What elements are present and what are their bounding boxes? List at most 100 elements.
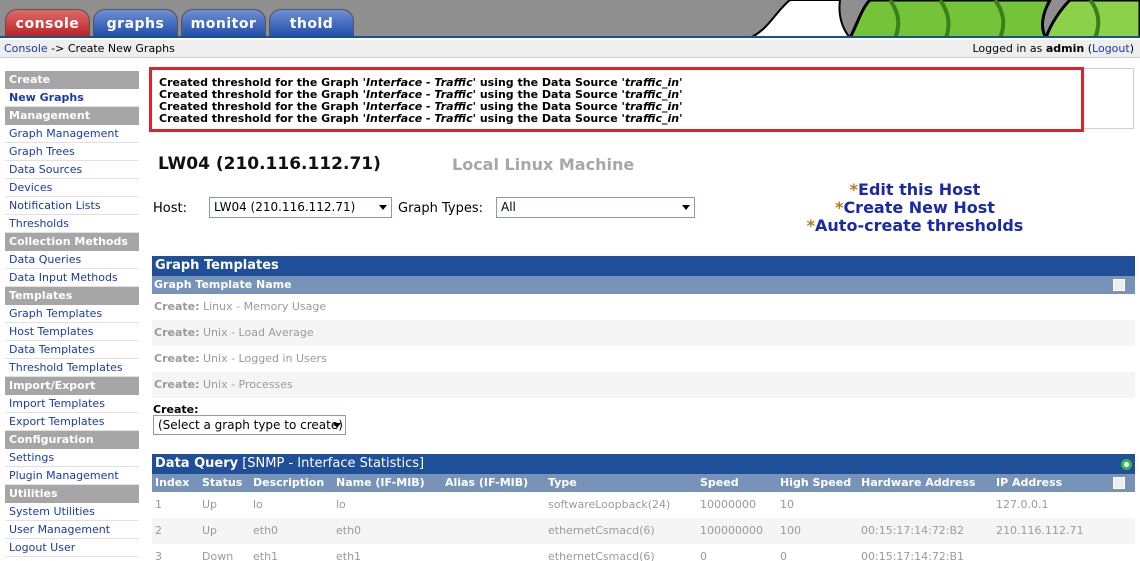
sidebar-item-graph-management[interactable]: Graph Management (5, 125, 139, 143)
graph-templates-column-header: Graph Template Name (152, 276, 1135, 294)
message-segment: traffic_in (624, 112, 680, 125)
graph-template-row[interactable]: Create: Unix - Logged in Users (152, 346, 1135, 372)
logged-in-text: Logged in as (972, 42, 1046, 55)
sidebar-item-data-sources[interactable]: Data Sources (5, 161, 139, 179)
table-cell: eth1 (336, 550, 362, 561)
sidebar-section-header: Configuration (5, 431, 139, 449)
graph-template-row[interactable]: Create: Unix - Load Average (152, 320, 1135, 346)
table-cell: 1 (155, 498, 162, 511)
logout-link[interactable]: Logout (1092, 42, 1130, 55)
sidebar-section-header: Collection Methods (5, 233, 139, 251)
graph-template-name: Unix - Load Average (199, 326, 314, 339)
create-prefix: Create: (154, 352, 200, 365)
column-header[interactable]: Alias (IF-MIB) (445, 474, 528, 492)
table-cell: 3 (155, 550, 162, 561)
select-all-checkbox[interactable] (1113, 477, 1125, 489)
tab-monitor[interactable]: monitor (181, 9, 266, 36)
breadcrumb: Console -> Create New Graphs (4, 41, 175, 57)
table-cell: eth1 (253, 550, 279, 561)
graph-template-row[interactable]: Create: Unix - Processes (152, 372, 1135, 398)
sidebar-item-import-templates[interactable]: Import Templates (5, 395, 139, 413)
sidebar-item-system-utilities[interactable]: System Utilities (5, 503, 139, 521)
sidebar-section-header: Import/Export (5, 377, 139, 395)
column-header[interactable]: High Speed (780, 474, 851, 492)
column-header[interactable]: IP Address (996, 474, 1062, 492)
create-graph-type-select[interactable]: (Select a graph type to create) (153, 415, 346, 435)
message-segment: Created threshold for the Graph ' (159, 112, 366, 125)
data-query-header: Data Query [SNMP - Interface Statistics] (152, 454, 1135, 474)
table-cell: ethernetCsmacd(6) (548, 550, 655, 561)
column-header[interactable]: Speed (700, 474, 739, 492)
select-all-checkbox[interactable] (1113, 279, 1125, 291)
table-row[interactable]: 3 Down eth1 eth1 ethernetCsmacd(6) 0 0 00:15:17… (152, 544, 1135, 561)
chevron-down-icon (379, 205, 387, 210)
sidebar-item-thresholds[interactable]: Thresholds (5, 215, 139, 233)
table-cell: lo (336, 498, 346, 511)
host-actions: *Edit this Host *Create New Host *Auto-c… (787, 181, 1043, 235)
refresh-icon[interactable] (1121, 459, 1132, 470)
sidebar-item-threshold-templates[interactable]: Threshold Templates (5, 359, 139, 377)
sidebar-item-graph-trees[interactable]: Graph Trees (5, 143, 139, 161)
create-select-value: (Select a graph type to create) (158, 418, 343, 432)
graph-template-row[interactable]: Create: Linux - Memory Usage (152, 294, 1135, 320)
sidebar-item-data-templates[interactable]: Data Templates (5, 341, 139, 359)
table-cell: 00:15:17:14:72:B2 (861, 524, 965, 537)
sidebar-item-logout-user[interactable]: Logout User (5, 539, 139, 557)
graph-types-select-value: All (501, 200, 516, 214)
create-prefix: Create: (154, 300, 200, 313)
edit-host-link[interactable]: *Edit this Host (787, 181, 1043, 199)
auto-create-thresholds-link[interactable]: *Auto-create thresholds (787, 217, 1043, 235)
graph-template-name: Unix - Processes (199, 378, 293, 391)
message-segment: ' using the Data Source ' (472, 112, 625, 125)
host-title: LW04 (210.116.112.71) (158, 154, 381, 174)
graph-template-name: Unix - Logged in Users (199, 352, 327, 365)
host-label: Host: (153, 201, 187, 216)
table-cell: ethernetCsmacd(6) (548, 524, 655, 537)
create-new-host-link[interactable]: *Create New Host (787, 199, 1043, 217)
graph-types-select[interactable]: All (496, 197, 695, 218)
sidebar-item-notification-lists[interactable]: Notification Lists (5, 197, 139, 215)
sidebar-section-header: Utilities (5, 485, 139, 503)
session-info: Logged in as admin (Logout) (972, 42, 1134, 55)
sidebar-item-devices[interactable]: Devices (5, 179, 139, 197)
tab-thold[interactable]: thold (269, 9, 354, 36)
column-header[interactable]: Name (IF-MIB) (336, 474, 425, 492)
host-select[interactable]: LW04 (210.116.112.71) (209, 197, 392, 218)
sidebar-item-export-templates[interactable]: Export Templates (5, 413, 139, 431)
column-header[interactable]: Description (253, 474, 324, 492)
sidebar-item-host-templates[interactable]: Host Templates (5, 323, 139, 341)
top-nav-bar: console graphs monitor thold (0, 0, 1140, 38)
column-header[interactable]: Index (155, 474, 189, 492)
sidebar-item-new-graphs[interactable]: New Graphs (5, 89, 139, 107)
table-row[interactable]: 1 Up lo lo softwareLoopback(24) 10000000 10 127… (152, 492, 1135, 518)
sidebar: Create New Graphs Management Graph Manageme… (5, 71, 139, 557)
table-cell: eth0 (253, 524, 279, 537)
sidebar-section-header: Management (5, 107, 139, 125)
chevron-down-icon (682, 205, 690, 210)
table-cell: lo (253, 498, 263, 511)
table-cell: 10000000 (700, 498, 756, 511)
column-header[interactable]: Hardware Address (861, 474, 975, 492)
breadcrumb-console-link[interactable]: Console (4, 42, 48, 55)
column-header[interactable]: Status (202, 474, 242, 492)
tab-graphs[interactable]: graphs (93, 9, 178, 36)
sidebar-item-data-queries[interactable]: Data Queries (5, 251, 139, 269)
table-cell: 10 (780, 498, 794, 511)
table-cell: softwareLoopback(24) (548, 498, 671, 511)
sidebar-item-graph-templates[interactable]: Graph Templates (5, 305, 139, 323)
column-header[interactable]: Type (548, 474, 577, 492)
sidebar-item-settings[interactable]: Settings (5, 449, 139, 467)
sidebar-section-header: Create (5, 71, 139, 89)
sidebar-item-plugin-management[interactable]: Plugin Management (5, 467, 139, 485)
table-cell: Up (202, 498, 218, 511)
star-bullet-icon: * (849, 180, 859, 199)
cactus-logo-image (751, 0, 1140, 36)
sidebar-item-data-input-methods[interactable]: Data Input Methods (5, 269, 139, 287)
message-box-border (1084, 68, 1134, 129)
star-bullet-icon: * (806, 216, 816, 235)
sidebar-item-user-management[interactable]: User Management (5, 521, 139, 539)
table-cell: Up (202, 524, 218, 537)
tab-console[interactable]: console (5, 9, 90, 36)
table-row[interactable]: 2 Up eth0 eth0 ethernetCsmacd(6) 100000000 100… (152, 518, 1135, 544)
breadcrumb-bar: Console -> Create New Graphs Logged in a… (0, 40, 1140, 58)
